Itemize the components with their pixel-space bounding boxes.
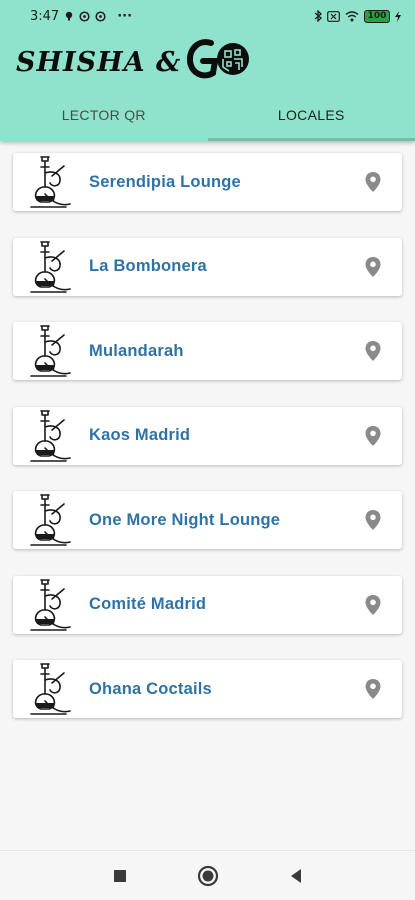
hookah-icon	[27, 660, 73, 718]
notification-icon	[64, 11, 74, 21]
app-logo: SHISHA &	[16, 38, 251, 86]
venue-card[interactable]: Serendipia Lounge	[13, 153, 402, 211]
hookah-icon	[27, 238, 73, 296]
bluetooth-icon	[314, 10, 322, 22]
signal-off-icon	[327, 10, 340, 22]
system-nav-bar	[0, 850, 415, 900]
location-pin-icon[interactable]	[364, 425, 382, 447]
location-pin-icon[interactable]	[364, 340, 382, 362]
venue-name: Ohana Coctails	[89, 679, 212, 698]
venue-name: La Bombonera	[89, 257, 207, 275]
hookah-icon	[27, 322, 73, 380]
venue-list: Serendipia Lounge La Bombonera Mulandarah K…	[13, 153, 402, 745]
tab-bar: LECTOR QR LOCALES	[0, 88, 415, 141]
charging-icon	[395, 10, 401, 22]
whatsapp-icon	[79, 10, 90, 22]
venue-card[interactable]: La Bombonera	[13, 237, 402, 296]
triangle-back-icon[interactable]	[282, 862, 310, 890]
location-pin-icon[interactable]	[364, 678, 382, 700]
venue-name: One More Night Lounge	[89, 510, 281, 529]
tab-locales[interactable]: LOCALES	[207, 88, 415, 141]
square-recents-icon[interactable]	[106, 862, 134, 890]
location-pin-icon[interactable]	[364, 594, 382, 616]
venue-name: Mulandarah	[89, 341, 184, 360]
battery-indicator: 100	[364, 9, 390, 23]
venue-card[interactable]: One More Night Lounge	[13, 491, 402, 549]
more-notifications: ···	[117, 8, 133, 24]
app-header: 3:47 ··· 100 SHISHA & LECTOR QR LOCALES	[0, 0, 415, 141]
location-pin-icon[interactable]	[364, 509, 382, 531]
logo-text: SHISHA &	[16, 46, 182, 78]
venue-card[interactable]: Ohana Coctails	[13, 660, 402, 718]
location-pin-icon[interactable]	[364, 171, 382, 193]
tab-label: LOCALES	[277, 106, 345, 123]
tab-label: LECTOR QR	[61, 106, 146, 123]
venue-card[interactable]: Comité Madrid	[13, 575, 402, 634]
venue-name: Kaos Madrid	[89, 426, 191, 444]
venue-card[interactable]: Kaos Madrid	[13, 406, 402, 465]
tab-lector-qr[interactable]: LECTOR QR	[0, 88, 208, 141]
hookah-icon	[27, 407, 73, 465]
status-time: 3:47	[30, 8, 60, 24]
venue-name: Serendipia Lounge	[89, 172, 241, 191]
hookah-icon	[27, 491, 73, 549]
circle-home-icon[interactable]	[194, 862, 222, 890]
logo-go-icon	[185, 37, 251, 87]
hookah-icon	[27, 153, 73, 211]
venue-name: Comité Madrid	[89, 595, 207, 613]
venue-card[interactable]: Mulandarah	[13, 322, 402, 380]
location-pin-icon[interactable]	[364, 256, 382, 278]
status-bar: 3:47 ··· 100	[0, 0, 415, 32]
whatsapp-icon-2	[95, 10, 106, 22]
wifi-icon	[345, 10, 359, 22]
hookah-icon	[27, 576, 73, 634]
